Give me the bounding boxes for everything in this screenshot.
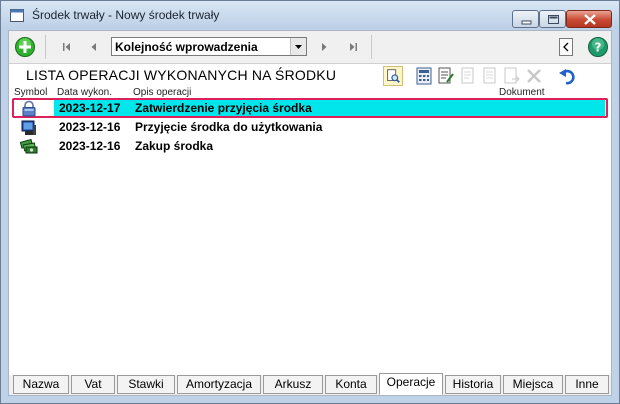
maximize-button[interactable] [539, 10, 566, 28]
row-description: Przyjęcie środka do użytkowania [135, 120, 323, 134]
undo-icon[interactable] [557, 66, 577, 86]
app-window-icon [10, 9, 24, 22]
list-row[interactable]: 2023-12-16 Przyjęcie środka do użytkowan… [12, 119, 607, 136]
previous-record-icon[interactable] [84, 38, 104, 56]
tab-operacje[interactable]: Operacje [379, 373, 443, 395]
row-date: 2023-12-17 [59, 101, 121, 115]
document-arrow-icon[interactable] [502, 66, 522, 86]
help-icon[interactable]: ? [587, 36, 609, 58]
column-header-document[interactable]: Dokument [499, 87, 545, 98]
list-row[interactable]: 2023-12-16 Zakup środka [12, 138, 607, 155]
tab-konta[interactable]: Konta [325, 375, 377, 394]
row-date: 2023-12-16 [59, 139, 121, 153]
title-bar: Środek trwały - Nowy środek trwały [1, 1, 619, 29]
add-icon[interactable] [14, 36, 36, 58]
toolbar-separator [45, 35, 46, 59]
toolbar: Kolejność wprowadzenia ? [9, 31, 611, 63]
row-date: 2023-12-16 [59, 120, 121, 134]
tab-historia[interactable]: Historia [445, 375, 501, 394]
tab-stawki[interactable]: Stawki [117, 375, 175, 394]
preview-document-icon[interactable] [383, 66, 403, 86]
list-row-selected[interactable]: 2023-12-17 Zatwierdzenie przyjęcia środk… [12, 98, 608, 118]
lock-approve-icon [22, 100, 36, 117]
delete-icon[interactable] [524, 66, 544, 86]
calculator-icon[interactable] [414, 66, 434, 86]
form-client-area: Kolejność wprowadzenia ? LISTA OPERACJI … [8, 30, 612, 396]
tab-arkusz[interactable]: Arkusz [263, 375, 323, 394]
operations-list-panel: LISTA OPERACJI WYKONANYCH NA ŚRODKU Symb… [9, 63, 611, 375]
column-header-date[interactable]: Data wykon. [57, 87, 112, 98]
svg-text:?: ? [595, 41, 602, 55]
first-record-icon[interactable] [57, 38, 77, 56]
column-header-symbol[interactable]: Symbol [14, 87, 47, 98]
toolbar-separator [371, 35, 372, 59]
close-button[interactable] [566, 10, 612, 28]
tab-strip: Nazwa Vat Stawki Amortyzacja Arkusz Kont… [9, 373, 611, 396]
tab-vat[interactable]: Vat [71, 375, 115, 394]
last-record-icon[interactable] [343, 38, 363, 56]
list-title: LISTA OPERACJI WYKONANYCH NA ŚRODKU [26, 67, 337, 83]
monitor-asset-icon [21, 120, 36, 135]
row-description: Zatwierdzenie przyjęcia środka [135, 101, 312, 115]
tab-nazwa[interactable]: Nazwa [13, 375, 69, 394]
minimize-button[interactable] [512, 10, 539, 28]
window-title: Środek trwały - Nowy środek trwały [32, 8, 220, 22]
tab-miejsca[interactable]: Miejsca [503, 375, 563, 394]
next-record-icon[interactable] [314, 38, 334, 56]
sort-order-select[interactable]: Kolejność wprowadzenia [111, 37, 307, 56]
tab-inne[interactable]: Inne [565, 375, 609, 394]
minimize-icon [521, 20, 532, 25]
collapse-panel-button[interactable] [559, 38, 573, 56]
document-lines-icon[interactable] [480, 66, 500, 86]
row-description: Zakup środka [135, 139, 214, 153]
collapse-arrow-icon [563, 42, 569, 52]
money-stack-icon [20, 138, 38, 154]
edit-list-icon[interactable] [436, 66, 456, 86]
close-icon [584, 14, 596, 25]
maximize-icon [548, 15, 559, 24]
chevron-down-icon[interactable] [290, 38, 306, 55]
window: Środek trwały - Nowy środek trwały Kolej… [0, 0, 620, 404]
sort-order-value: Kolejność wprowadzenia [115, 40, 258, 54]
column-header-description[interactable]: Opis operacji [133, 87, 191, 98]
tab-amortyzacja[interactable]: Amortyzacja [177, 375, 261, 394]
document-icon[interactable] [458, 66, 478, 86]
